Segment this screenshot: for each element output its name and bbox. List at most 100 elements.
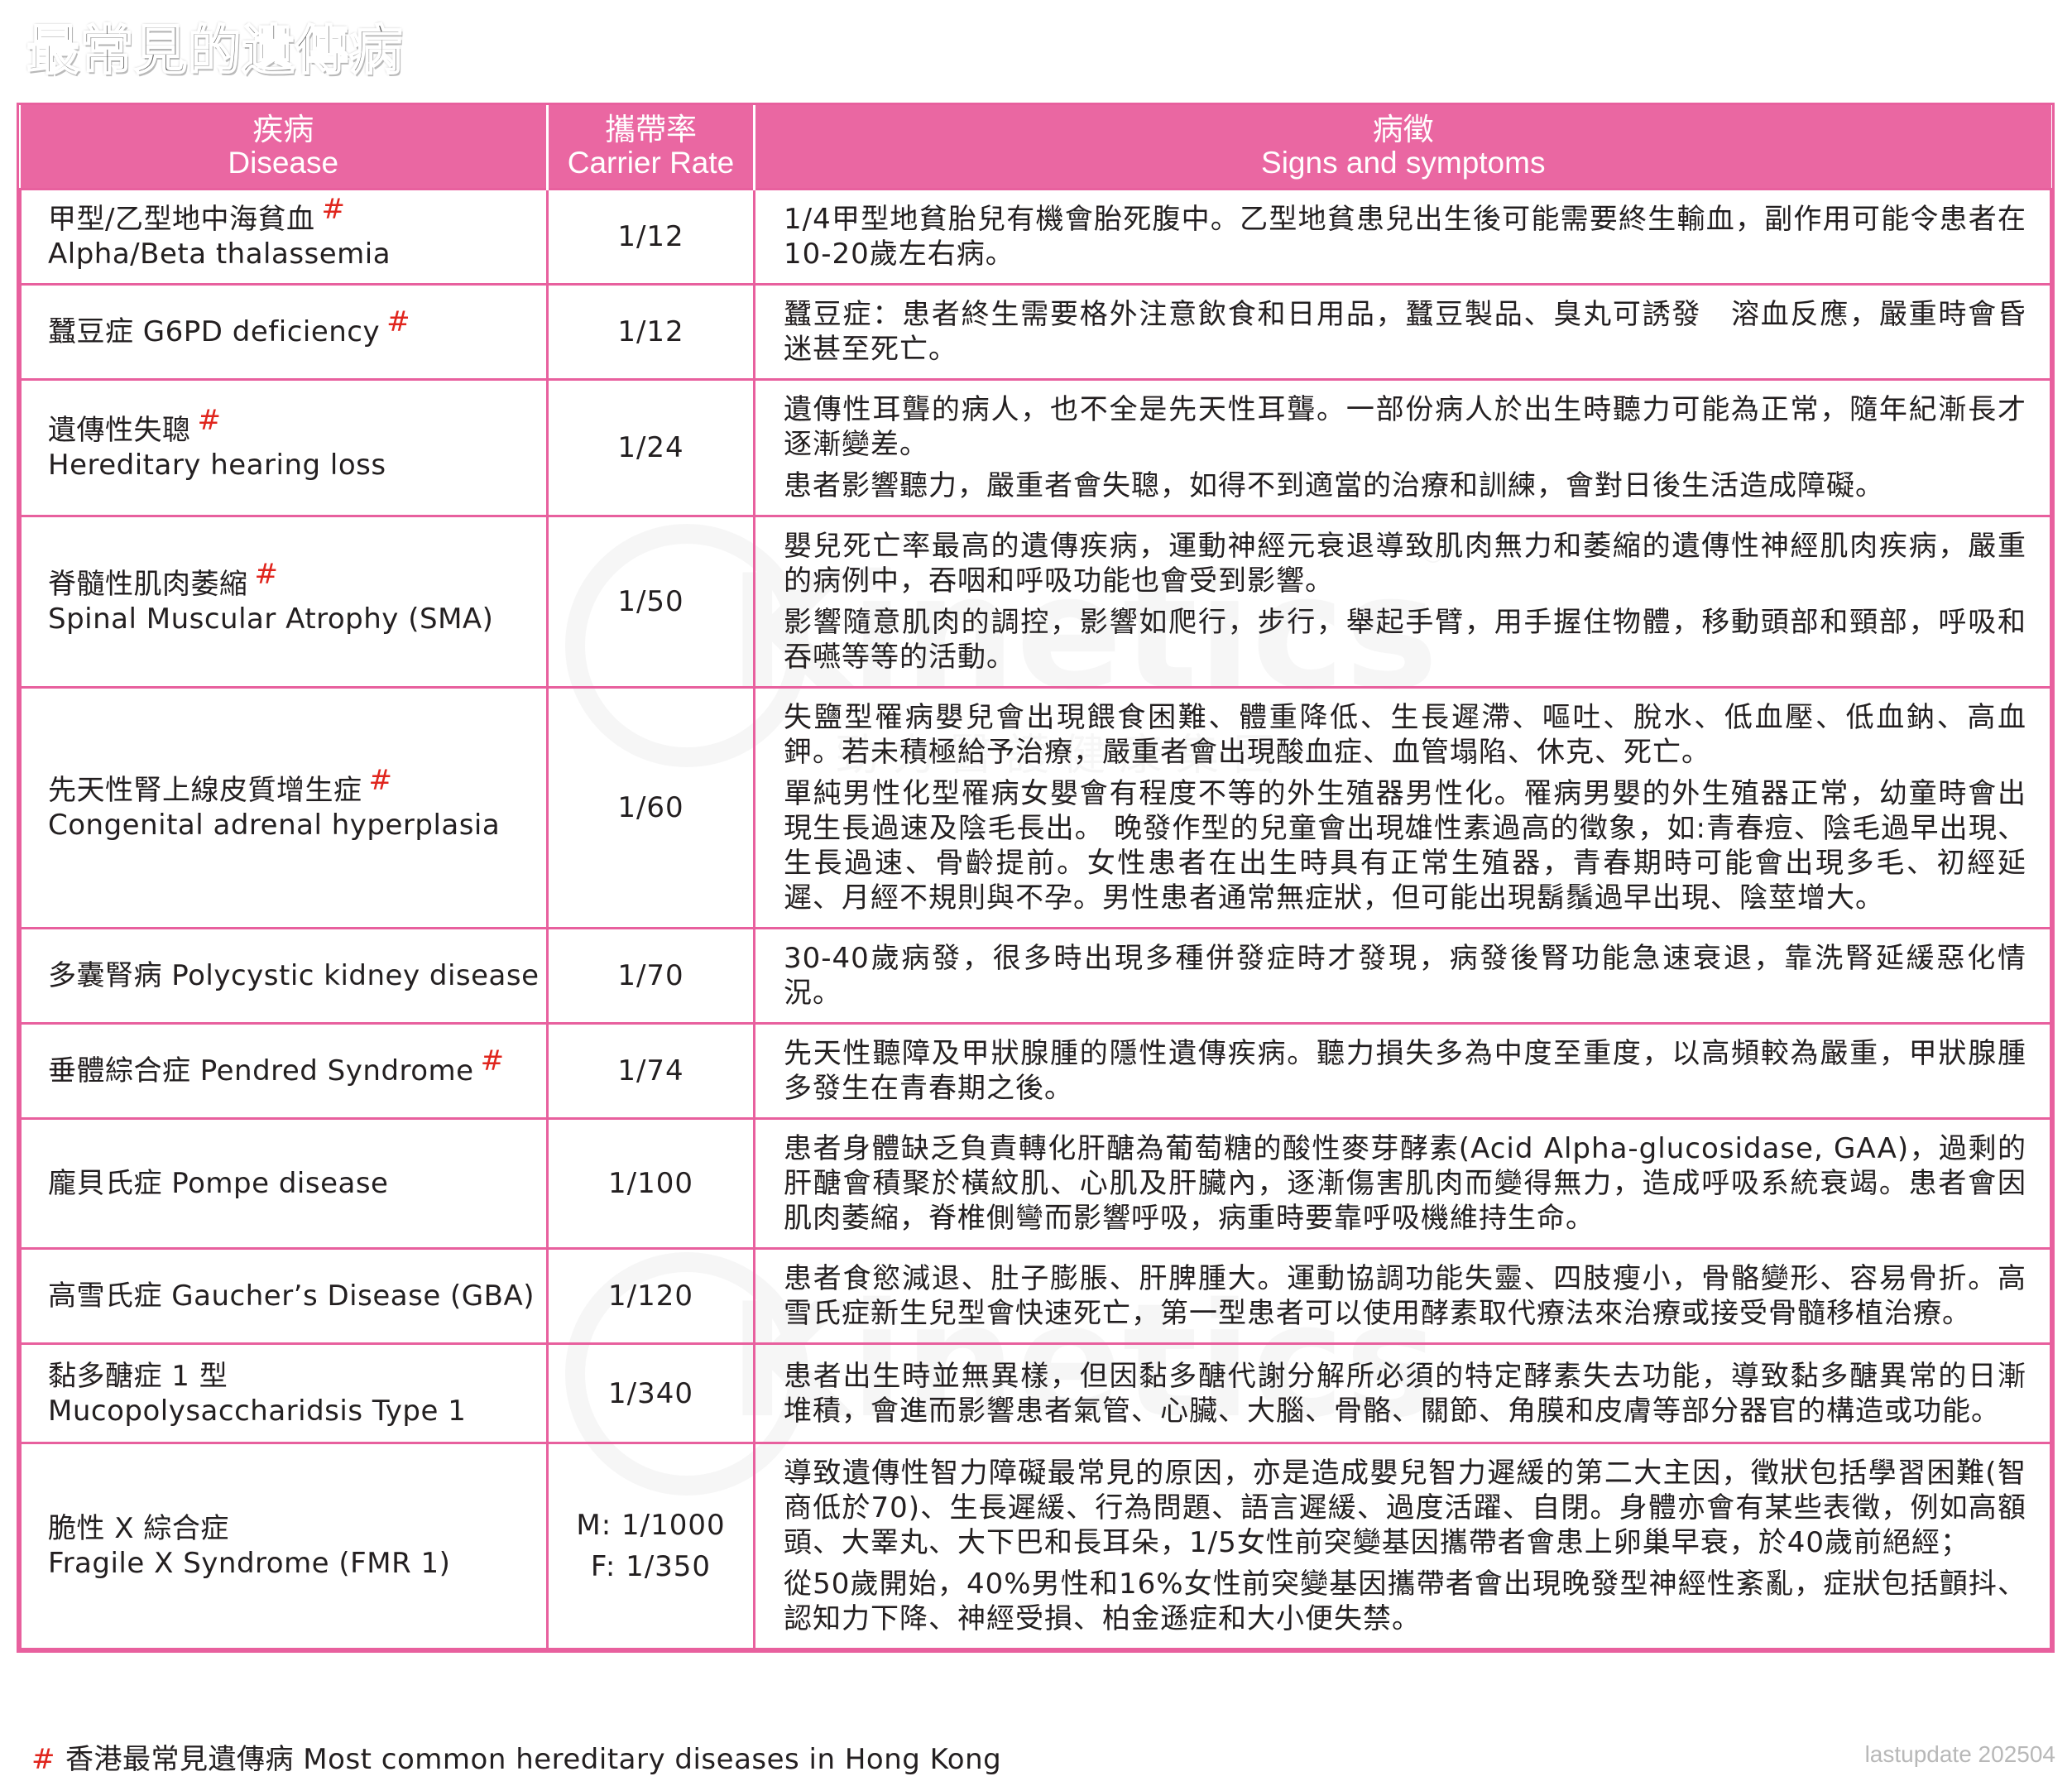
disease-name: 脆性 X 綜合症 (48, 1512, 229, 1545)
symptom-paragraph: 30-40歲病發，很多時出現多種併發症時才發現，病發後腎功能急速衰退，靠洗腎延緩… (784, 942, 2026, 1010)
carrier-rate: 1/50 (617, 585, 684, 618)
symptom-paragraph: 遺傳性耳聾的病人，也不全是先天性耳聾。一部份病人於出生時聽力可能為正常，隨年紀漸… (784, 393, 2026, 461)
footer-note: # 香港最常見遺傳病 Most common hereditary disease… (31, 1736, 1001, 1777)
carrier-rate-cell: 1/12 (546, 283, 755, 381)
carrier-rate-cell: 1/70 (546, 927, 755, 1025)
carrier-rate-cell: 1/60 (546, 686, 755, 929)
symptom-paragraph: 先天性聽障及甲狀腺腫的隱性遺傳疾病。聽力損失多為中度至重度，以高頻較為嚴重，甲狀… (784, 1037, 2026, 1105)
disease-name-line1: 龐貝氏症 Pompe disease (48, 1166, 540, 1201)
disease-table: 疾病 Disease 攜帶率 Carrier Rate 病徵 Signs and… (17, 103, 2055, 1653)
table-row: 黏多醣症 1 型 Mucopolysaccharidsis Type 1 1/340… (19, 1342, 2052, 1444)
disease-name: 高雪氏症 Gaucher’s Disease (GBA) (48, 1279, 535, 1313)
symptoms-cell: 嬰兒死亡率最高的遺傳疾病，運動神經元衰退導致肌肉無力和萎縮的遺傳性神經肌肉疾病，… (753, 515, 2052, 689)
disease-name-line1: 蠶豆症 G6PD deficiency # (48, 305, 540, 349)
symptoms-cell: 遺傳性耳聾的病人，也不全是先天性耳聾。一部份病人於出生時聽力可能為正常，隨年紀漸… (753, 378, 2052, 517)
header-symptoms-en: Signs and symptoms (1261, 146, 1546, 180)
carrier-rate: 1/24 (617, 431, 684, 464)
carrier-rate-cell: 1/340 (546, 1342, 755, 1444)
symptom-paragraph: 患者身體缺乏負責轉化肝醣為葡萄糖的酸性麥芽酵素(Acid Alpha-gluco… (784, 1132, 2026, 1235)
symptom-paragraph: 蠶豆症：患者終生需要格外注意飲食和日用品，蠶豆製品、臭丸可誘發 溶血反應，嚴重時… (784, 298, 2026, 366)
disease-cell: 先天性腎上線皮質增生症 # Congenital adrenal hyperplas… (19, 686, 549, 929)
symptoms-cell: 患者身體缺乏負責轉化肝醣為葡萄糖的酸性麥芽酵素(Acid Alpha-gluco… (753, 1117, 2052, 1250)
disease-name: 遺傳性失聰 (48, 414, 191, 447)
disease-name-english: Spinal Muscular Atrophy (SMA) (48, 603, 494, 636)
footer-hash: # (31, 1743, 55, 1776)
disease-name: 蠶豆症 G6PD deficiency (48, 315, 381, 348)
carrier-rate-female: F: 1/350 (590, 1550, 712, 1583)
disease-cell: 多囊腎病 Polycystic kidney disease (19, 927, 549, 1025)
hk-common-mark: # (321, 193, 346, 226)
disease-name: 多囊腎病 Polycystic kidney disease (48, 959, 540, 992)
disease-name-line1: 甲型/乙型地中海貧血 # (48, 193, 540, 237)
symptom-paragraph: 1/4甲型地貧胎兒有機會胎死腹中。乙型地貧患兒出生後可能需要終生輸血，副作用可能… (784, 203, 2026, 271)
table-row: 龐貝氏症 Pompe disease 1/100 患者身體缺乏負責轉化肝醣為葡萄糖的… (19, 1117, 2052, 1250)
disease-cell: 黏多醣症 1 型 Mucopolysaccharidsis Type 1 (19, 1342, 549, 1444)
hk-common-mark: # (480, 1044, 505, 1078)
symptoms-cell: 導致遺傳性智力障礙最常見的原因，亦是造成嬰兒智力遲緩的第二大主因，徵狀包括學習困… (753, 1442, 2052, 1650)
table-row: 脆性 X 綜合症 Fragile X Syndrome (FMR 1) M: 1/1… (19, 1442, 2052, 1650)
disease-cell: 甲型/乙型地中海貧血 # Alpha/Beta thalassemia (19, 188, 549, 286)
symptoms-cell: 失鹽型罹病嬰兒會出現餵食困難、體重降低、生長遲滯、嘔吐、脫水、低血壓、低血鈉、高… (753, 686, 2052, 929)
carrier-rate: 1/60 (617, 791, 684, 824)
carrier-rate-cell: 1/120 (546, 1247, 755, 1345)
carrier-rate-cell: M: 1/1000 F: 1/350 (546, 1442, 755, 1650)
disease-cell: 高雪氏症 Gaucher’s Disease (GBA) (19, 1247, 549, 1345)
table-row: 遺傳性失聰 # Hereditary hearing loss 1/24 遺傳性耳聾的病… (19, 378, 2052, 517)
hk-common-mark: # (368, 764, 393, 797)
symptom-paragraph: 導致遺傳性智力障礙最常見的原因，亦是造成嬰兒智力遲緩的第二大主因，徵狀包括學習困… (784, 1457, 2026, 1559)
carrier-rate: 1/12 (617, 220, 684, 253)
header-disease: 疾病 Disease (20, 105, 549, 190)
carrier-rate: 1/100 (608, 1167, 693, 1200)
carrier-rate-cell: 1/74 (546, 1022, 755, 1120)
disease-name-line1: 黏多醣症 1 型 (48, 1359, 540, 1394)
disease-name: 垂體綜合症 Pendred Syndrome (48, 1054, 474, 1087)
symptoms-cell: 30-40歲病發，很多時出現多種併發症時才發現，病發後腎功能急速衰退，靠洗腎延緩… (753, 927, 2052, 1025)
table-row: 高雪氏症 Gaucher’s Disease (GBA) 1/120 患者食慾減退、… (19, 1247, 2052, 1345)
hk-common-mark: # (386, 305, 411, 338)
hk-common-mark: # (197, 404, 222, 437)
table-row: 多囊腎病 Polycystic kidney disease 1/70 30-40歲… (19, 927, 2052, 1025)
header-symptoms: 病徵 Signs and symptoms (753, 105, 2051, 190)
disease-cell: 龐貝氏症 Pompe disease (19, 1117, 549, 1250)
symptom-paragraph: 患者出生時並無異樣，但因黏多醣代謝分解所必須的特定酵素失去功能，導致黏多醣異常的… (784, 1359, 2026, 1428)
disease-name: 黏多醣症 1 型 (48, 1359, 228, 1393)
carrier-rate-cell: 1/12 (546, 188, 755, 286)
page-title: 最常見的遺傳病 (26, 20, 403, 83)
symptom-paragraph: 從50歲開始，40%男性和16%女性前突變基因攜帶者會出現晚發型神經性紊亂，症狀… (784, 1568, 2026, 1635)
disease-name-line1: 先天性腎上線皮質增生症 # (48, 764, 540, 808)
symptoms-cell: 蠶豆症：患者終生需要格外注意飲食和日用品，蠶豆製品、臭丸可誘發 溶血反應，嚴重時… (753, 283, 2052, 381)
carrier-rate-cell: 1/24 (546, 378, 755, 517)
carrier-rate-cell: 1/50 (546, 515, 755, 689)
disease-name-english: Congenital adrenal hyperplasia (48, 809, 501, 842)
footer-note-text: 香港最常見遺傳病 Most common hereditary diseases… (65, 1743, 1002, 1776)
header-rate-zh: 攜帶率 (605, 113, 697, 146)
carrier-rate: M: 1/1000 (576, 1509, 726, 1542)
disease-name-english: Mucopolysaccharidsis Type 1 (48, 1394, 467, 1428)
table-row: 垂體綜合症 Pendred Syndrome #1/74 先天性聽障及甲狀腺腫的隱性… (19, 1022, 2052, 1120)
disease-cell: 遺傳性失聰 # Hereditary hearing loss (19, 378, 549, 517)
table-header: 疾病 Disease 攜帶率 Carrier Rate 病徵 Signs and… (20, 105, 2051, 190)
hk-common-mark: # (254, 558, 279, 591)
header-carrier-rate: 攜帶率 Carrier Rate (546, 105, 755, 190)
disease-name-line1: 垂體綜合症 Pendred Syndrome # (48, 1044, 540, 1088)
table-row: 脊髓性肌肉萎縮 # Spinal Muscular Atrophy (SMA) 1/5… (19, 515, 2052, 689)
carrier-rate-cell: 1/100 (546, 1117, 755, 1250)
disease-name-english: Hereditary hearing loss (48, 449, 386, 482)
header-disease-zh: 疾病 (252, 113, 314, 146)
table-row: 甲型/乙型地中海貧血 # Alpha/Beta thalassemia 1/12 1/4… (19, 188, 2052, 286)
disease-cell: 脆性 X 綜合症 Fragile X Syndrome (FMR 1) (19, 1442, 549, 1650)
disease-name: 先天性腎上線皮質增生症 (48, 774, 362, 807)
disease-name-line1: 多囊腎病 Polycystic kidney disease (48, 958, 540, 993)
symptoms-cell: 先天性聽障及甲狀腺腫的隱性遺傳疾病。聽力損失多為中度至重度，以高頻較為嚴重，甲狀… (753, 1022, 2052, 1120)
header-symptoms-zh: 病徵 (1372, 113, 1434, 146)
disease-cell: 蠶豆症 G6PD deficiency # (19, 283, 549, 381)
carrier-rate: 1/120 (608, 1279, 693, 1313)
table-row: 蠶豆症 G6PD deficiency #1/12 蠶豆症：患者終生需要格外注意飲食… (19, 283, 2052, 381)
symptoms-cell: 患者出生時並無異樣，但因黏多醣代謝分解所必須的特定酵素失去功能，導致黏多醣異常的… (753, 1342, 2052, 1444)
symptom-paragraph: 影響隨意肌肉的調控，影響如爬行，步行，舉起手臂，用手握住物體，移動頭部和頸部，呼… (784, 606, 2026, 674)
disease-name-line1: 高雪氏症 Gaucher’s Disease (GBA) (48, 1279, 540, 1313)
symptoms-cell: 患者食慾減退、肚子膨脹、肝脾腫大。運動協調功能失靈、四肢瘦小，骨骼變形、容易骨折… (753, 1247, 2052, 1345)
symptom-paragraph: 患者食慾減退、肚子膨脹、肝脾腫大。運動協調功能失靈、四肢瘦小，骨骼變形、容易骨折… (784, 1262, 2026, 1330)
disease-name-english: Alpha/Beta thalassemia (48, 238, 391, 271)
symptom-paragraph: 失鹽型罹病嬰兒會出現餵食困難、體重降低、生長遲滯、嘔吐、脫水、低血壓、低血鈉、高… (784, 701, 2026, 769)
